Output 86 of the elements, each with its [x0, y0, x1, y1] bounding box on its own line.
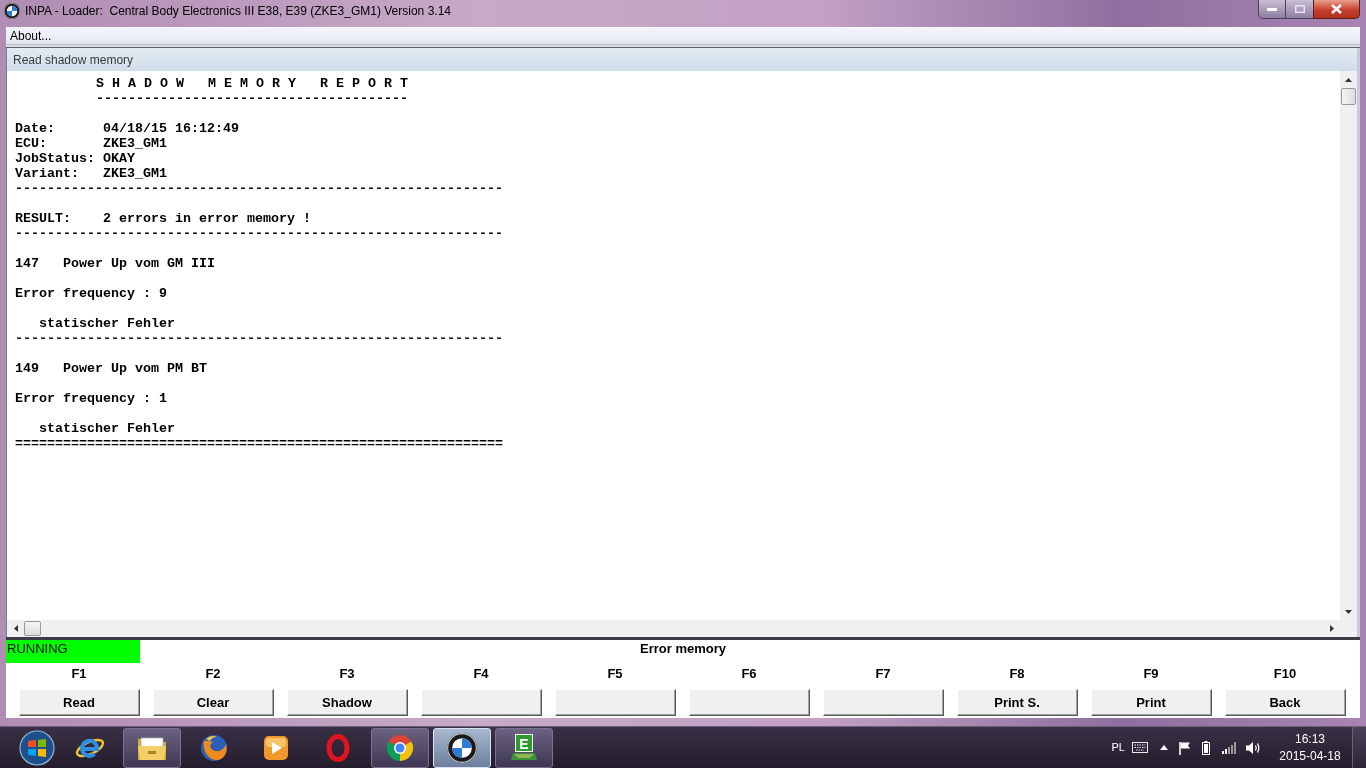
function-key-label: F9 [1143, 665, 1159, 683]
report-title-underline: --------------------------------------- [96, 91, 408, 106]
taskbar-button[interactable] [123, 727, 181, 768]
error-frequency: Error frequency : 1 [15, 391, 167, 406]
report-title: S H A D O W M E M O R Y R E P O R T [96, 76, 408, 91]
status-indicator: RUNNING [6, 640, 140, 663]
globe-icon [200, 733, 228, 762]
function-panel-title: Error memory [640, 640, 726, 658]
scrollbar-thumb[interactable] [24, 621, 41, 636]
field-label: ECU: [15, 136, 47, 151]
close-button[interactable] [1313, 0, 1360, 19]
function-key-label: F4 [473, 665, 489, 683]
field-value: ZKE3_GM1 [103, 166, 167, 181]
error-frequency: Error frequency : 9 [15, 286, 167, 301]
function-button[interactable]: Print S. [956, 689, 1078, 716]
segmented-circle-icon [386, 733, 414, 762]
clock-time[interactable]: 16:13 [1295, 730, 1325, 748]
taskbar-button[interactable] [371, 727, 429, 768]
play-icon [263, 734, 289, 761]
error-code: 147 [15, 256, 39, 271]
error-description: Power Up vom GM III [63, 256, 215, 271]
battery-icon[interactable] [1202, 740, 1210, 755]
child-window-title: Read shadow memory [13, 51, 134, 69]
triangle-right-icon [1329, 625, 1334, 632]
function-key-label: F7 [875, 665, 891, 683]
language-indicator[interactable]: PL [1111, 739, 1125, 756]
clock-date[interactable]: 2015-04-18 [1279, 747, 1341, 765]
maximize-button[interactable] [1286, 0, 1313, 19]
field-value: 04/18/15 16:12:49 [103, 121, 239, 136]
start-button[interactable] [17, 727, 57, 768]
report-rule: ------------------------------------------------------------- [15, 226, 503, 241]
function-button[interactable] [420, 689, 542, 716]
error-note: statischer Fehler [39, 421, 175, 436]
function-key-label: F3 [339, 665, 355, 683]
function-button[interactable]: Print [1090, 689, 1212, 716]
triangle-up-icon [1345, 77, 1352, 82]
error-code: 149 [15, 361, 39, 376]
function-button[interactable]: Read [18, 689, 140, 716]
show-hidden-icons-button[interactable] [1160, 743, 1168, 752]
triangle-left-icon [13, 625, 18, 632]
error-note: statischer Fehler [39, 316, 175, 331]
field-value: OKAY [103, 151, 135, 166]
function-key-label: F10 [1273, 665, 1297, 683]
field-label: JobStatus: [15, 151, 95, 166]
circuit-board-icon [511, 752, 537, 761]
roundel-icon [4, 3, 20, 19]
app-icon-letter: E [515, 734, 533, 752]
function-key-label: F6 [741, 665, 757, 683]
report-rule: ============================================================= [15, 436, 503, 451]
close-icon [1331, 4, 1342, 14]
signal-bars-icon[interactable] [1222, 741, 1236, 754]
minimize-icon [1267, 7, 1277, 11]
ring-icon [326, 733, 350, 762]
function-button[interactable] [688, 689, 810, 716]
function-button[interactable]: Clear [152, 689, 274, 716]
report-rule: ------------------------------------------------------------- [15, 181, 503, 196]
function-button[interactable] [554, 689, 676, 716]
folder-icon [137, 734, 167, 761]
roundel-icon [447, 732, 477, 763]
show-desktop-button[interactable] [1352, 727, 1366, 768]
window-title: INPA - Loader: Central Body Electronics III E38, E39 (ZKE3_GM1) Version 3.14 [25, 3, 451, 19]
speaker-icon[interactable] [1246, 740, 1262, 755]
function-key-label: F8 [1009, 665, 1025, 683]
flag-icon[interactable] [1178, 740, 1192, 755]
field-label: Variant: [15, 166, 79, 181]
windows-logo-icon [19, 729, 55, 766]
field-value: ZKE3_GM1 [103, 136, 167, 151]
report-rule: ------------------------------------------------------------- [15, 331, 503, 346]
function-button[interactable]: Shadow [286, 689, 408, 716]
field-label: Date: [15, 121, 55, 136]
function-key-label: F1 [71, 665, 87, 683]
function-key-label: F2 [205, 665, 221, 683]
function-button[interactable] [822, 689, 944, 716]
result-value: 2 errors in error memory ! [103, 211, 311, 226]
scrollbar-thumb[interactable] [1341, 88, 1356, 105]
keyboard-icon[interactable] [1132, 742, 1148, 753]
triangle-down-icon [1345, 609, 1352, 614]
menu-item[interactable]: About... [6, 27, 56, 44]
triangle-up-icon [1160, 745, 1168, 750]
taskbar-button[interactable]: E [495, 727, 553, 768]
function-key-label: F5 [607, 665, 623, 683]
error-description: Power Up vom PM BT [63, 361, 207, 376]
function-button[interactable]: Back [1224, 689, 1346, 716]
maximize-icon [1294, 5, 1305, 13]
minimize-button[interactable] [1258, 0, 1286, 19]
result-label: RESULT: [15, 211, 71, 226]
